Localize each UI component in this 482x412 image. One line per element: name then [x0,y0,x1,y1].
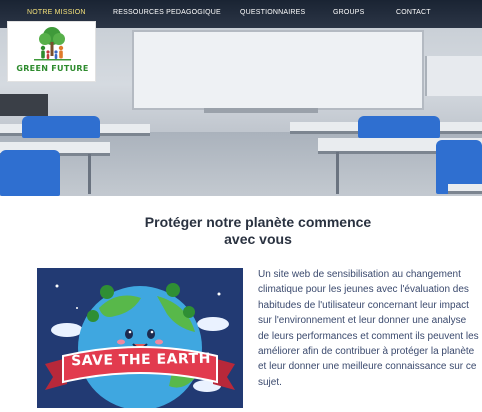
nav-item-contact[interactable]: CONTACT [396,9,431,16]
desk-leg [88,154,91,194]
family-tree-icon [34,27,71,61]
classroom-whiteboard [132,30,424,110]
headline-line-2: avec vous [224,231,292,247]
desk-leg [336,152,339,194]
nav-item-questionnaires[interactable]: QUESTIONNAIRES [240,9,305,16]
classroom-chair [0,150,60,196]
classroom-side-board [0,94,48,116]
classroom-chair [22,116,100,138]
green-future-logo[interactable]: GREEN FUTURE [7,21,96,82]
whiteboard-tray [204,108,318,113]
classroom-chair [358,116,440,138]
banner-text: SAVE THE EARTH [70,350,212,370]
save-the-earth-illustration: SAVE THE EARTH [37,268,243,408]
classroom-desk [448,184,482,194]
classroom-right-board [425,56,482,96]
page-headline: Protéger notre planète commence avec vou… [120,214,396,248]
headline-line-1: Protéger notre planète commence [144,214,372,230]
logo-text: GREEN FUTURE [16,64,89,73]
nav-item-notre-mission[interactable]: NOTRE MISSION [27,9,86,16]
nav-item-groups[interactable]: GROUPS [333,9,365,16]
mission-description: Un site web de sensibilisation au change… [258,269,479,388]
nav-item-ressources-pedagogique[interactable]: RESSOURCES PEDAGOGIQUE [113,9,221,16]
earth-icon [45,283,235,408]
